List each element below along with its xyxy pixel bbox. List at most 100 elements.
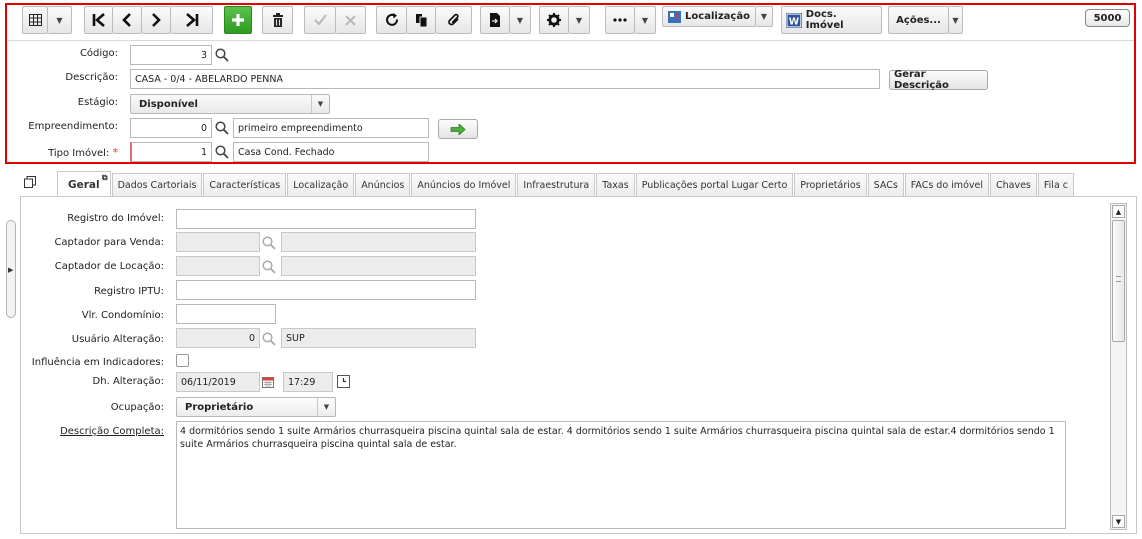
- export-button[interactable]: [480, 6, 510, 34]
- scroll-thumb[interactable]: [1112, 220, 1125, 342]
- descricao-input[interactable]: CASA - 0/4 - ABELARDO PENNA: [130, 69, 880, 89]
- previous-record-button[interactable]: [113, 6, 142, 34]
- empreendimento-name-input[interactable]: primeiro empreendimento: [233, 118, 429, 138]
- tab-localizacao[interactable]: Localização: [287, 173, 355, 197]
- vertical-scrollbar[interactable]: ▲ ▼: [1110, 203, 1127, 530]
- tipo-imovel-code-input[interactable]: 1: [130, 142, 212, 162]
- search-icon[interactable]: [215, 48, 229, 62]
- go-empreendimento-button[interactable]: [438, 119, 478, 139]
- empreendimento-code-input[interactable]: 0: [130, 118, 212, 138]
- restore-window-icon[interactable]: [24, 176, 36, 188]
- calendar-icon[interactable]: [262, 376, 274, 388]
- captador-venda-name-input[interactable]: [281, 232, 476, 252]
- tab-anuncios[interactable]: Anúncios: [355, 173, 411, 197]
- check-icon: [313, 14, 327, 26]
- tab-infraestrutura[interactable]: Infraestrutura: [517, 173, 596, 197]
- search-icon[interactable]: [215, 145, 229, 159]
- search-icon[interactable]: [215, 121, 229, 135]
- dh-alteracao-label: Dh. Alteração:: [92, 376, 164, 387]
- captador-locacao-name-input[interactable]: [281, 256, 476, 276]
- search-icon[interactable]: [262, 236, 276, 250]
- registro-iptu-input[interactable]: [176, 280, 476, 300]
- grid-view-dropdown[interactable]: ▼: [48, 6, 72, 34]
- dh-alteracao-time-input[interactable]: 17:29: [283, 372, 333, 392]
- popout-icon[interactable]: ⧉: [102, 173, 108, 183]
- attachment-button[interactable]: [436, 6, 472, 34]
- chevron-left-icon: [122, 13, 131, 27]
- tab-bar: Geral ⧉ Dados Cartoriais Características Loc…: [57, 171, 1075, 197]
- influencia-indicadores-label: Influência em Indicadores:: [31, 357, 164, 368]
- condominio-label: Vlr. Condomínio:: [81, 310, 164, 321]
- tab-publicacoes-portal-lugar-certo[interactable]: Publicações portal Lugar Certo: [635, 173, 794, 197]
- tab-geral[interactable]: Geral ⧉: [57, 171, 111, 197]
- gerar-descricao-button[interactable]: Gerar Descrição: [889, 69, 988, 91]
- document-export-icon: [490, 13, 500, 27]
- captador-locacao-code-input[interactable]: [176, 256, 260, 276]
- first-record-button[interactable]: [84, 6, 113, 34]
- grid-view-button[interactable]: [22, 6, 48, 34]
- duplicate-button[interactable]: [407, 6, 436, 34]
- tab-dados-cartoriais[interactable]: Dados Cartoriais: [111, 173, 203, 197]
- tab-caracteristicas[interactable]: Características: [203, 173, 287, 197]
- tipo-imovel-name-input[interactable]: Casa Cond. Fechado: [233, 142, 429, 162]
- scroll-down-arrow-icon[interactable]: ▼: [1112, 515, 1125, 528]
- chevron-down-icon: ▼: [56, 15, 63, 25]
- acoes-button[interactable]: Ações...: [888, 6, 949, 34]
- tab-chaves[interactable]: Chaves: [989, 173, 1037, 197]
- copy-icon: [415, 14, 427, 27]
- tab-anuncios-do-imovel[interactable]: Anúncios do Imóvel: [411, 173, 517, 197]
- condominio-input[interactable]: [176, 304, 276, 324]
- captador-venda-code-input[interactable]: [176, 232, 260, 252]
- estagio-value: Disponível: [139, 98, 198, 110]
- required-marker: *: [112, 146, 119, 159]
- influencia-indicadores-checkbox[interactable]: [176, 354, 189, 367]
- dh-alteracao-date-input[interactable]: 06/11/2019: [176, 372, 260, 392]
- refresh-button[interactable]: [376, 6, 407, 34]
- add-record-button[interactable]: [224, 6, 252, 34]
- acoes-dropdown[interactable]: ▼: [949, 6, 963, 34]
- tipo-imovel-label: Tipo Imóvel: *: [48, 146, 118, 159]
- trash-icon: [272, 13, 283, 27]
- export-dropdown[interactable]: ▼: [510, 6, 531, 34]
- more-button[interactable]: [605, 6, 635, 34]
- tab-facs-do-imovel[interactable]: FACs do imóvel: [904, 173, 989, 197]
- confirm-button[interactable]: [304, 6, 336, 34]
- tab-proprietarios[interactable]: Proprietários: [794, 173, 867, 197]
- more-dropdown[interactable]: ▼: [635, 6, 656, 34]
- first-icon: [92, 13, 105, 27]
- descricao-completa-link[interactable]: Descrição Completa:: [60, 426, 164, 437]
- tab-taxas[interactable]: Taxas: [596, 173, 635, 197]
- ocupacao-value: Proprietário: [185, 401, 254, 413]
- codigo-input[interactable]: 3: [130, 45, 212, 65]
- usuario-alteracao-code-input[interactable]: 0: [176, 328, 260, 348]
- usuario-alteracao-label: Usuário Alteração:: [71, 334, 164, 345]
- next-record-button[interactable]: [142, 6, 171, 34]
- ocupacao-select[interactable]: Proprietário ▼: [176, 397, 336, 417]
- search-icon[interactable]: [262, 260, 276, 274]
- localizacao-button[interactable]: Localização: [662, 6, 756, 27]
- tab-fila-c[interactable]: Fila c: [1037, 173, 1075, 197]
- docs-imovel-button[interactable]: W Docs. Imóvel: [781, 6, 882, 34]
- acoes-label: Ações...: [896, 14, 941, 26]
- search-icon[interactable]: [262, 332, 276, 346]
- registro-imovel-label: Registro do Imóvel:: [67, 213, 164, 224]
- settings-button[interactable]: [539, 6, 569, 34]
- cancel-button[interactable]: [336, 6, 366, 34]
- delete-record-button[interactable]: [262, 6, 293, 34]
- clock-icon[interactable]: [337, 375, 350, 388]
- localizacao-dropdown[interactable]: ▼: [756, 6, 773, 27]
- last-record-button[interactable]: [171, 6, 213, 34]
- chevron-down-icon: ▼: [311, 95, 329, 113]
- empreendimento-label: Empreendimento:: [28, 121, 118, 132]
- settings-dropdown[interactable]: ▼: [569, 6, 590, 34]
- tab-sacs[interactable]: SACs: [867, 173, 904, 197]
- gear-icon: [547, 13, 561, 27]
- grid-icon: [28, 14, 42, 26]
- estagio-select[interactable]: Disponível ▼: [130, 94, 330, 114]
- scroll-up-arrow-icon[interactable]: ▲: [1112, 205, 1125, 218]
- estagio-label: Estágio:: [77, 97, 118, 108]
- descricao-completa-textarea[interactable]: 4 dormitórios sendo 1 suite Armários chu…: [176, 421, 1066, 529]
- ocupacao-label: Ocupação:: [110, 402, 164, 413]
- registro-imovel-input[interactable]: [176, 209, 476, 229]
- usuario-alteracao-name-input[interactable]: SUP: [281, 328, 476, 348]
